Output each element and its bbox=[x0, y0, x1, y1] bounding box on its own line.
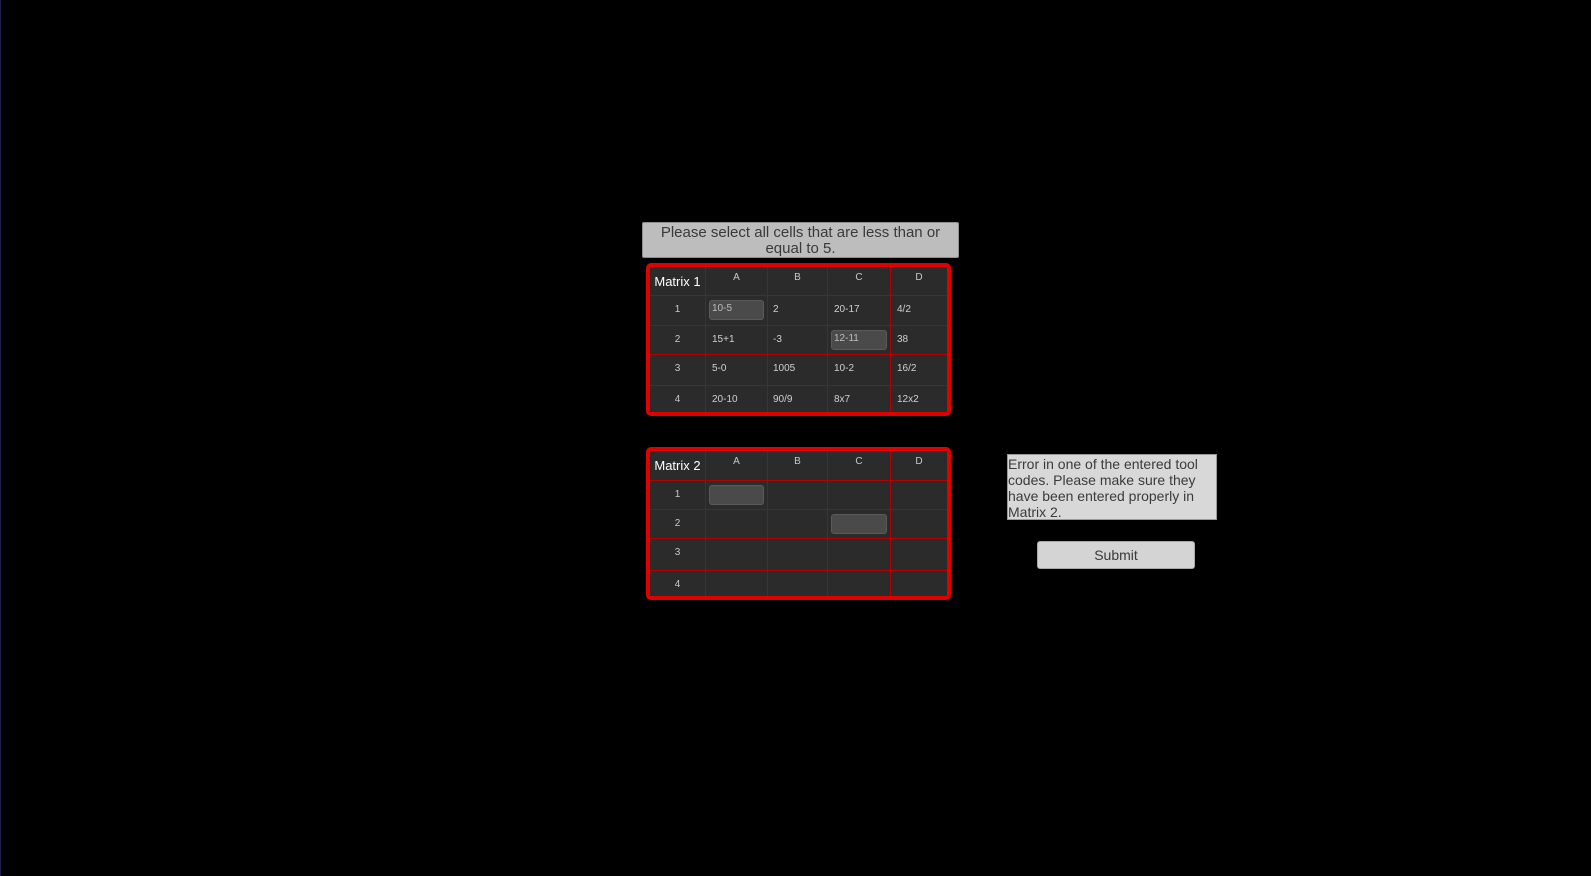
column-header-d: D bbox=[891, 267, 947, 296]
cell-value: 16/2 bbox=[897, 363, 917, 374]
cell-d1[interactable]: 4/2 bbox=[891, 296, 947, 326]
cell-value: -3 bbox=[773, 334, 782, 345]
selected-cell-highlight[interactable]: 12-11 bbox=[831, 330, 887, 350]
cell-c2[interactable]: 12-11 bbox=[828, 326, 891, 355]
cell-c1[interactable]: 20-17 bbox=[828, 296, 891, 326]
cell-value: 8x7 bbox=[834, 394, 851, 405]
cell-value: 15+1 bbox=[712, 334, 735, 345]
cell-c4[interactable]: 8x7 bbox=[828, 386, 891, 412]
cell-a2[interactable] bbox=[706, 510, 768, 539]
cell-a4[interactable]: 20-10 bbox=[706, 386, 768, 412]
matrix-title: Matrix 1 bbox=[650, 267, 706, 296]
cell-b1[interactable] bbox=[768, 481, 828, 510]
selected-cell-highlight[interactable]: 10-5 bbox=[709, 300, 764, 320]
matrix-1: Matrix 1 A B C D 1 10-5 2 20-17 4/2 2 15… bbox=[646, 263, 951, 416]
column-header-a: A bbox=[706, 267, 768, 296]
cell-b4[interactable] bbox=[768, 571, 828, 596]
column-header-b: B bbox=[768, 267, 828, 296]
cell-value: 2 bbox=[773, 304, 779, 315]
matrix-title: Matrix 2 bbox=[650, 451, 706, 481]
cell-b1[interactable]: 2 bbox=[768, 296, 828, 326]
cell-c2[interactable] bbox=[828, 510, 891, 539]
cell-value: 5-0 bbox=[712, 363, 727, 374]
cell-d3[interactable] bbox=[891, 539, 947, 571]
row-header-4: 4 bbox=[650, 571, 706, 596]
cell-value: 12x2 bbox=[897, 394, 919, 405]
cell-a4[interactable] bbox=[706, 571, 768, 596]
row-header-1: 1 bbox=[650, 481, 706, 510]
column-header-d: D bbox=[891, 451, 947, 481]
row-header-4: 4 bbox=[650, 386, 706, 412]
cell-b2[interactable] bbox=[768, 510, 828, 539]
cell-d4[interactable] bbox=[891, 571, 947, 596]
cell-d3[interactable]: 16/2 bbox=[891, 355, 947, 386]
cell-a1[interactable] bbox=[706, 481, 768, 510]
cell-a3[interactable]: 5-0 bbox=[706, 355, 768, 386]
cell-d4[interactable]: 12x2 bbox=[891, 386, 947, 412]
cell-d1[interactable] bbox=[891, 481, 947, 510]
cell-a2[interactable]: 15+1 bbox=[706, 326, 768, 355]
row-header-2: 2 bbox=[650, 510, 706, 539]
cell-a1[interactable]: 10-5 bbox=[706, 296, 768, 326]
column-header-c: C bbox=[828, 267, 891, 296]
column-header-c: C bbox=[828, 451, 891, 481]
column-header-a: A bbox=[706, 451, 768, 481]
cell-b3[interactable]: 1005 bbox=[768, 355, 828, 386]
cell-c3[interactable]: 10-2 bbox=[828, 355, 891, 386]
cell-a3[interactable] bbox=[706, 539, 768, 571]
selected-cell-highlight[interactable] bbox=[709, 485, 764, 505]
cell-value: 12-11 bbox=[834, 333, 859, 344]
cell-value: 90/9 bbox=[773, 394, 793, 405]
submit-button[interactable]: Submit bbox=[1037, 541, 1195, 569]
cell-value: 4/2 bbox=[897, 304, 911, 315]
cell-value: 38 bbox=[897, 334, 909, 345]
row-header-2: 2 bbox=[650, 326, 706, 355]
cell-c3[interactable] bbox=[828, 539, 891, 571]
selected-cell-highlight[interactable] bbox=[831, 514, 887, 534]
cell-b4[interactable]: 90/9 bbox=[768, 386, 828, 412]
cell-c1[interactable] bbox=[828, 481, 891, 510]
matrix-2: Matrix 2 A B C D 1 2 3 4 bbox=[646, 447, 951, 600]
cell-value: 10-2 bbox=[834, 363, 855, 374]
cell-b3[interactable] bbox=[768, 539, 828, 571]
cell-d2[interactable]: 38 bbox=[891, 326, 947, 355]
cell-d2[interactable] bbox=[891, 510, 947, 539]
cell-value: 1005 bbox=[773, 363, 796, 374]
column-header-b: B bbox=[768, 451, 828, 481]
cell-c4[interactable] bbox=[828, 571, 891, 596]
cell-value: 20-17 bbox=[834, 304, 860, 315]
instruction-label: Please select all cells that are less th… bbox=[642, 222, 959, 258]
row-header-3: 3 bbox=[650, 355, 706, 386]
row-header-3: 3 bbox=[650, 539, 706, 571]
cell-value: 20-10 bbox=[712, 394, 738, 405]
error-message: Error in one of the entered tool codes. … bbox=[1007, 454, 1217, 520]
cell-b2[interactable]: -3 bbox=[768, 326, 828, 355]
row-header-1: 1 bbox=[650, 296, 706, 326]
cell-value: 10-5 bbox=[712, 303, 733, 314]
